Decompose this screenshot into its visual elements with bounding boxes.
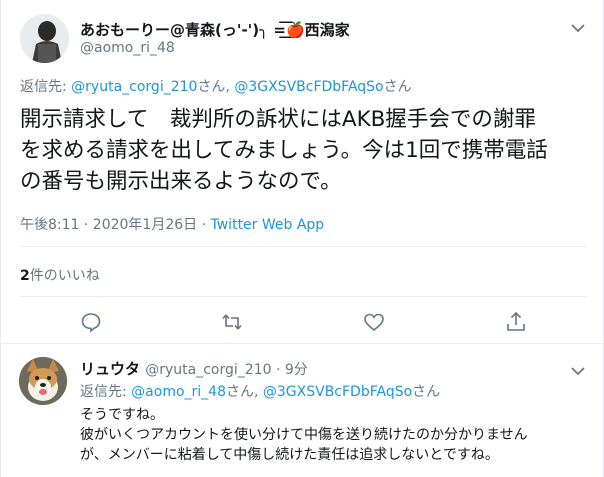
mention-link[interactable]: @3GXSVBcFDbFAqSo: [234, 79, 383, 95]
honorific: さん,: [197, 79, 235, 95]
like-count-label: 件のいいね: [29, 268, 100, 284]
reply-header: リュウタ @ryuta_corgi_210 · 9分: [80, 358, 308, 379]
tweet-text: 開示請求して 裁判所の訴状にはAKB握手会での謝罪 を求める請求を出してみましょ…: [20, 104, 595, 197]
tweet-text-line: を求める請求を出してみましょう。今は1回で携帯電話: [20, 138, 548, 163]
reply-text-line: そうですね。: [80, 407, 164, 423]
divider: [20, 296, 587, 297]
retweet-icon[interactable]: [220, 310, 244, 334]
timestamp[interactable]: 午後8:11 · 2020年1月26日 ·: [20, 217, 211, 233]
tweet-text-line: の番号も開示出来るようなので。: [20, 169, 342, 194]
tweet-text-line: 開示請求して 裁判所の訴状にはAKB握手会での謝罪: [20, 107, 536, 132]
tweet-meta: 午後8:11 · 2020年1月26日 · Twitter Web App: [20, 214, 324, 234]
user-handle[interactable]: @ryuta_corgi_210 · 9分: [145, 362, 308, 378]
honorific: さん: [383, 79, 412, 95]
reply-text-line: 彼がいくつアカウントを使い分けて中傷を送り続けたのか分かりません: [80, 427, 528, 443]
user-handle[interactable]: @aomo_ri_48: [80, 40, 175, 56]
mention-link[interactable]: @ryuta_corgi_210: [71, 79, 197, 95]
honorific: さん,: [225, 384, 263, 400]
like-icon[interactable]: [362, 310, 386, 334]
like-count-number: 2: [20, 268, 30, 284]
tweet-page: あおもーりー@青森(っ'-')╮ =͟͟͞͞🍎西潟家 @aomo_ri_48 返…: [0, 0, 604, 477]
chevron-down-icon[interactable]: [569, 22, 587, 34]
display-name[interactable]: リュウタ: [80, 360, 140, 378]
main-tweet: あおもーりー@青森(っ'-')╮ =͟͟͞͞🍎西潟家 @aomo_ri_48 返…: [1, 0, 604, 343]
replying-label: 返信先:: [20, 79, 72, 95]
replying-to: 返信先: @aomo_ri_48さん, @3GXSVBcFDbFAqSoさん: [80, 381, 440, 401]
mention-link[interactable]: @3GXSVBcFDbFAqSo: [263, 384, 412, 400]
reply-icon[interactable]: [79, 310, 103, 334]
display-name[interactable]: あおもーりー@青森(っ'-')╮ =͟͟͞͞🍎西潟家: [80, 19, 350, 40]
source-link[interactable]: Twitter Web App: [211, 217, 325, 233]
avatar[interactable]: [19, 357, 67, 405]
replying-label: 返信先:: [80, 384, 132, 400]
divider: [20, 246, 587, 247]
mention-link[interactable]: @aomo_ri_48: [131, 384, 226, 400]
replying-to: 返信先: @ryuta_corgi_210さん, @3GXSVBcFDbFAqS…: [20, 76, 412, 96]
likes-count[interactable]: 2件のいいね: [20, 265, 100, 285]
share-icon[interactable]: [504, 310, 528, 334]
honorific: さん: [412, 384, 441, 400]
chevron-down-icon[interactable]: [569, 365, 587, 377]
reply-text-line: が、メンバーに粘着して中傷し続けた責任は追求しないとですね。: [80, 447, 499, 463]
reply-text: そうですね。 彼がいくつアカウントを使い分けて中傷を送り続けたのか分かりません …: [80, 405, 580, 465]
avatar[interactable]: [20, 14, 69, 63]
